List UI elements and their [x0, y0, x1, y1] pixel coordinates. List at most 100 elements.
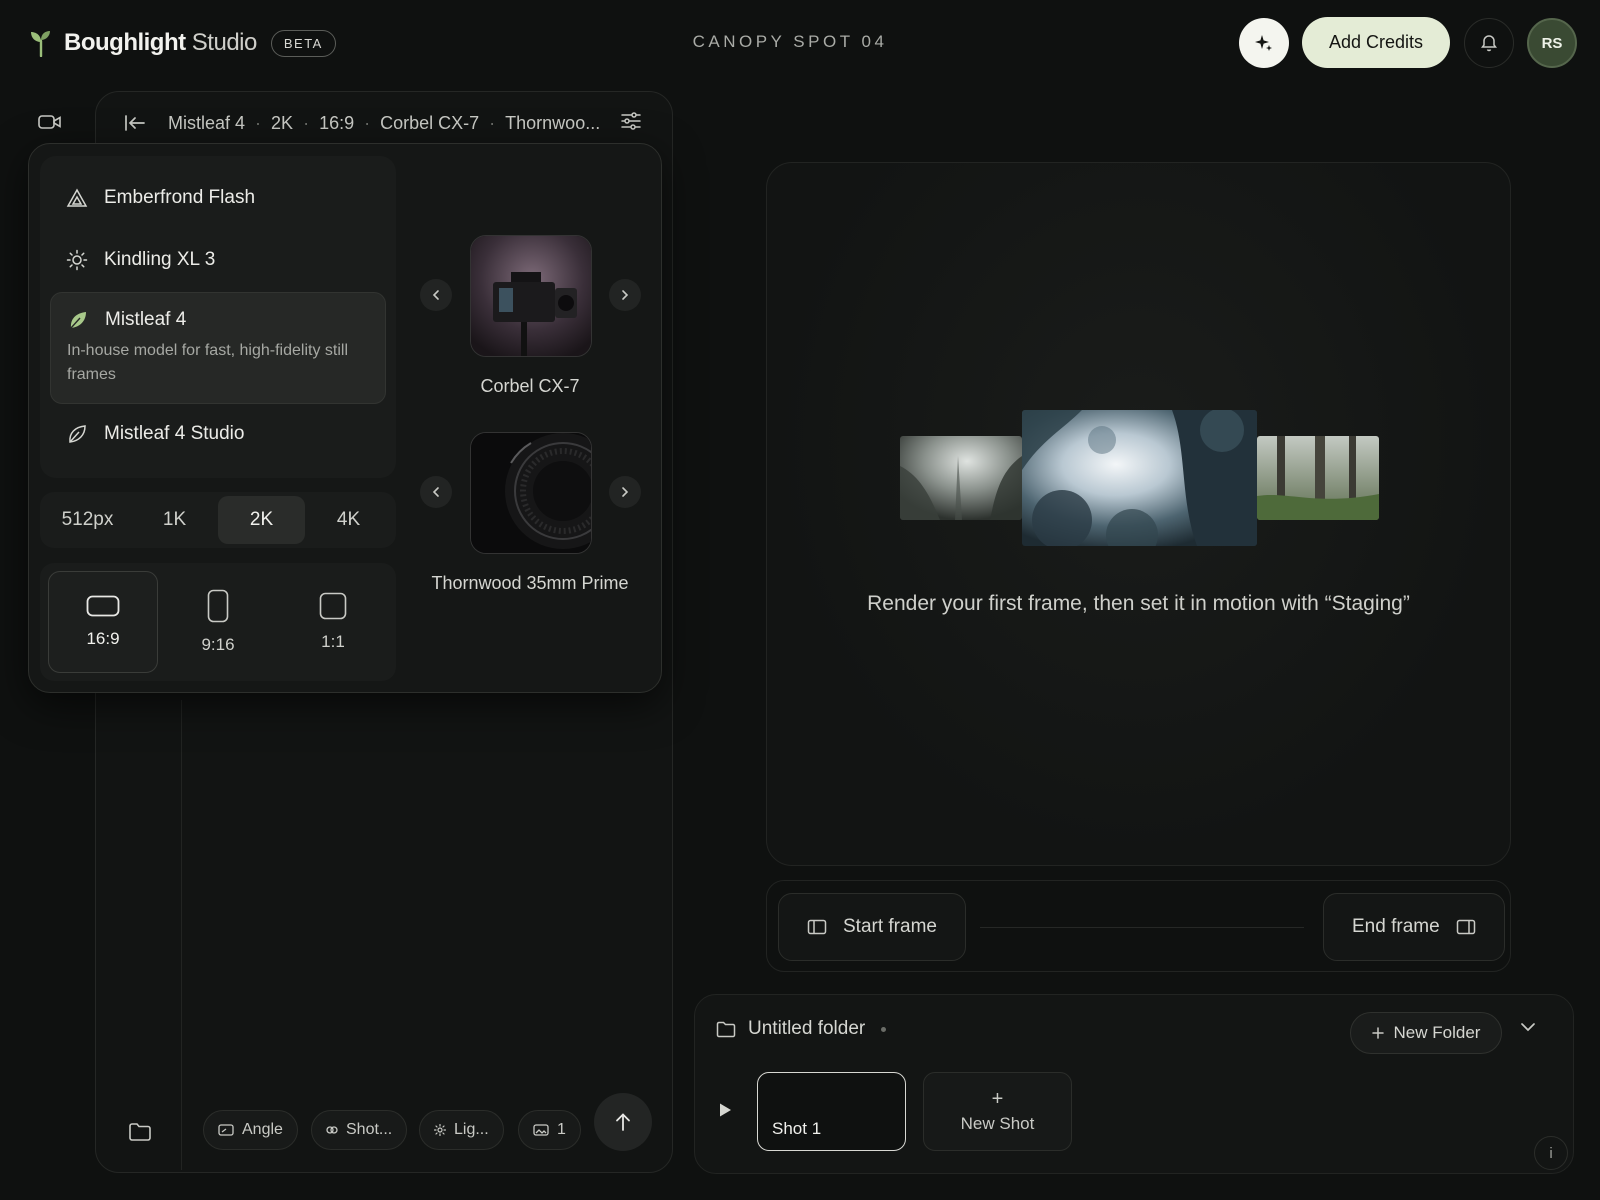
ratio-label: 1:1: [321, 632, 345, 651]
landscape-frame-icon: [86, 595, 120, 617]
lighting-chip[interactable]: Lig...: [419, 1110, 504, 1150]
ai-assist-button[interactable]: [1239, 18, 1289, 68]
end-frame-icon: [1456, 919, 1475, 935]
camera-next-button[interactable]: [609, 279, 641, 311]
camera-name: Corbel CX-7: [480, 376, 580, 396]
start-frame-button[interactable]: Start frame: [778, 893, 966, 961]
crumb-model: Mistleaf 4: [168, 112, 246, 133]
angle-chip-label: Angle: [242, 1121, 283, 1138]
crumb-separator: ·: [489, 112, 496, 133]
image-count-label: 1: [557, 1121, 566, 1138]
start-frame-icon: [807, 919, 827, 935]
ratio-option-16-9[interactable]: 16:9: [48, 571, 158, 673]
shot-card[interactable]: Shot 1: [757, 1072, 906, 1151]
project-title[interactable]: CANOPY SPOT 04: [600, 32, 980, 52]
end-frame-button[interactable]: End frame: [1323, 893, 1505, 961]
crumb-ratio: 16:9: [319, 112, 355, 133]
lens-prev-button[interactable]: [420, 476, 452, 508]
sun-icon: [66, 249, 88, 271]
new-shot-button[interactable]: + New Shot: [923, 1072, 1072, 1151]
lens-thumbnail-thornwood[interactable]: [470, 432, 592, 554]
sample-image-center: [1022, 410, 1257, 546]
chevron-right-icon: [622, 290, 629, 300]
chevron-left-icon: [432, 290, 439, 300]
model-list: Emberfrond Flash Kindling XL 3 Mistleaf …: [40, 156, 396, 478]
notifications-button[interactable]: [1464, 18, 1514, 68]
resolution-option-2k[interactable]: 2K: [218, 496, 305, 544]
crumb-camera: Corbel CX-7: [380, 112, 480, 133]
bell-icon: [1481, 35, 1497, 52]
cinema-camera-image: [471, 236, 591, 356]
plus-icon: [1371, 1027, 1384, 1039]
camera-thumbnail-corbel[interactable]: [470, 235, 592, 357]
info-button[interactable]: i: [1534, 1136, 1568, 1170]
resolution-option-4k[interactable]: 4K: [305, 496, 392, 544]
video-camera-icon[interactable]: [38, 112, 62, 132]
add-credits-button[interactable]: Add Credits: [1302, 17, 1450, 68]
new-folder-button[interactable]: New Folder: [1350, 1012, 1502, 1054]
model-description: In-house model for fast, high-fidelity s…: [67, 342, 349, 383]
shot-type-icon: [326, 1126, 338, 1134]
frames-connector: [980, 927, 1304, 928]
shot-type-chip[interactable]: Shot...: [311, 1110, 408, 1150]
camera-lens-image: [471, 433, 591, 553]
crumb-separator: ·: [255, 112, 262, 133]
folder-name: Untitled folder: [748, 1018, 866, 1039]
model-option-label: Emberfrond Flash: [104, 187, 256, 208]
model-option-mistleaf-4-studio[interactable]: Mistleaf 4 Studio: [50, 414, 386, 454]
sample-image-left: [900, 436, 1022, 520]
ratio-label: 16:9: [86, 629, 120, 648]
chevron-right-icon: [622, 487, 629, 497]
model-option-label: Kindling XL 3: [104, 249, 216, 270]
sparkle-icon: [1255, 35, 1272, 51]
model-option-kindling-xl-3[interactable]: Kindling XL 3: [50, 240, 386, 280]
lighting-icon: [434, 1124, 446, 1136]
plus-icon: +: [991, 1087, 1004, 1110]
settings-breadcrumb[interactable]: Mistleaf 4 · 2K · 16:9 · Corbel CX-7 · T…: [168, 108, 600, 138]
lens-next-button[interactable]: [609, 476, 641, 508]
ratio-label: 9:16: [201, 635, 235, 654]
crumb-separator: ·: [364, 112, 371, 133]
square-frame-icon: [319, 592, 347, 620]
model-option-label: Mistleaf 4 Studio: [104, 423, 245, 444]
leaf-filled-icon: [70, 312, 86, 329]
unsaved-indicator: [881, 1026, 887, 1032]
shot-type-chip-label: Shot...: [346, 1121, 393, 1138]
image-count-chip[interactable]: 1: [518, 1110, 581, 1150]
brand[interactable]: Boughlight Studio BETA: [30, 26, 336, 60]
new-shot-label: New Shot: [960, 1113, 1035, 1133]
aspect-ratio-selector: 16:9 9:16 1:1: [40, 563, 396, 681]
sprout-logo-icon: [31, 31, 50, 57]
beta-badge: BETA: [270, 29, 336, 57]
folder-header[interactable]: Untitled folder: [716, 1018, 887, 1040]
camera-prev-button[interactable]: [420, 279, 452, 311]
folder-icon[interactable]: [128, 1122, 152, 1142]
angle-chip[interactable]: Angle: [203, 1110, 298, 1150]
canvas-preview: [766, 162, 1511, 866]
ratio-option-9-16[interactable]: 9:16: [163, 571, 273, 673]
resolution-selector: 512px 1K 2K 4K: [40, 492, 396, 548]
resolution-option-1k[interactable]: 1K: [131, 496, 218, 544]
brand-name: Boughlight Studio: [64, 29, 257, 56]
sliders-icon[interactable]: [620, 111, 642, 131]
avatar[interactable]: RS: [1527, 18, 1577, 68]
resolution-option-512px[interactable]: 512px: [44, 496, 131, 544]
start-frame-label: Start frame: [843, 916, 937, 937]
play-icon[interactable]: [718, 1102, 732, 1118]
crumb-lens: Thornwoo...: [505, 112, 601, 133]
triangle-icon: [66, 188, 88, 207]
empty-state-hint: Render your first frame, then set it in …: [867, 592, 1410, 615]
panel-divider: [181, 700, 182, 1170]
chevron-down-icon[interactable]: [1520, 1022, 1536, 1032]
generate-button[interactable]: [594, 1093, 652, 1151]
end-frame-label: End frame: [1352, 916, 1440, 937]
chevron-left-icon: [432, 487, 439, 497]
model-option-emberfrond-flash[interactable]: Emberfrond Flash: [50, 178, 386, 218]
model-option-label: Mistleaf 4: [105, 309, 187, 330]
folder-icon: [716, 1021, 736, 1037]
collapse-panel-icon[interactable]: [124, 113, 146, 133]
ratio-option-1-1[interactable]: 1:1: [278, 571, 388, 673]
sample-image-right: [1257, 436, 1379, 520]
crumb-resolution: 2K: [271, 112, 294, 133]
model-option-mistleaf-4[interactable]: Mistleaf 4 In-house model for fast, high…: [50, 292, 386, 404]
